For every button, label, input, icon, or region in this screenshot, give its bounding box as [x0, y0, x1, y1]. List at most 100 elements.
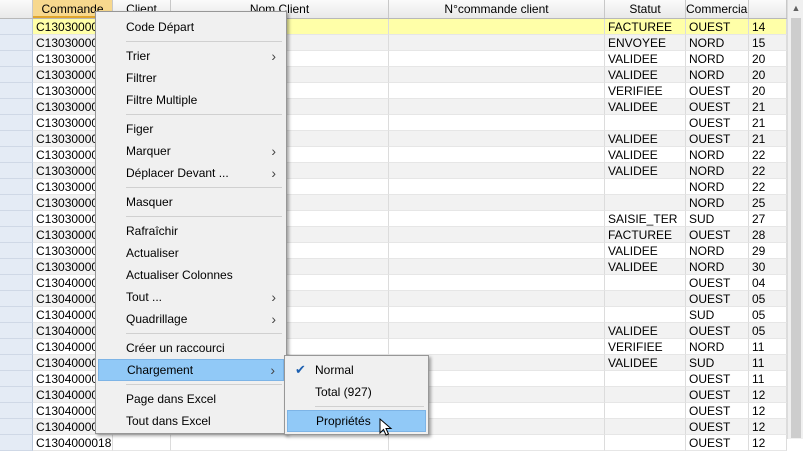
table-cell[interactable]: 11 — [749, 339, 787, 355]
table-cell[interactable] — [605, 403, 686, 419]
table-cell[interactable]: SUD — [686, 307, 749, 323]
table-cell[interactable] — [389, 67, 605, 83]
column-header[interactable]: N°commande client — [389, 0, 605, 18]
table-cell[interactable]: 28 — [749, 227, 787, 243]
menu-item[interactable]: Page dans Excel — [98, 388, 284, 410]
table-cell[interactable]: NORD — [686, 67, 749, 83]
table-cell[interactable] — [605, 291, 686, 307]
table-cell[interactable]: 30 — [749, 259, 787, 275]
menu-item[interactable]: Créer un raccourci — [98, 337, 284, 359]
table-cell[interactable]: 22 — [749, 163, 787, 179]
table-cell[interactable] — [389, 19, 605, 35]
menu-item[interactable]: Rafraîchir — [98, 220, 284, 242]
table-cell[interactable]: 11 — [749, 371, 787, 387]
row-selector[interactable] — [0, 291, 33, 307]
table-cell[interactable]: OUEST — [686, 419, 749, 435]
table-cell[interactable] — [113, 435, 171, 451]
table-cell[interactable]: 04 — [749, 275, 787, 291]
row-selector[interactable] — [0, 371, 33, 387]
row-selector[interactable] — [0, 211, 33, 227]
menu-item[interactable]: Chargement › — [98, 359, 284, 381]
table-cell[interactable] — [389, 99, 605, 115]
table-cell[interactable]: 27 — [749, 211, 787, 227]
row-selector[interactable] — [0, 131, 33, 147]
table-cell[interactable]: 20 — [749, 83, 787, 99]
table-cell[interactable]: 05 — [749, 307, 787, 323]
table-cell[interactable] — [389, 323, 605, 339]
table-cell[interactable]: OUEST — [686, 387, 749, 403]
table-cell[interactable]: VALIDEE — [605, 99, 686, 115]
table-cell[interactable]: VALIDEE — [605, 131, 686, 147]
table-cell[interactable]: VALIDEE — [605, 51, 686, 67]
table-cell[interactable]: FACTUREE — [605, 227, 686, 243]
table-cell[interactable] — [389, 275, 605, 291]
row-selector[interactable] — [0, 115, 33, 131]
table-cell[interactable]: NORD — [686, 243, 749, 259]
row-selector[interactable] — [0, 307, 33, 323]
table-cell[interactable]: 21 — [749, 131, 787, 147]
table-cell[interactable]: VALIDEE — [605, 163, 686, 179]
scroll-up-icon[interactable]: ▲ — [788, 0, 803, 16]
menu-item[interactable]: Filtrer — [98, 67, 284, 89]
row-selector[interactable] — [0, 387, 33, 403]
table-cell[interactable]: NORD — [686, 339, 749, 355]
table-cell[interactable]: OUEST — [686, 291, 749, 307]
table-cell[interactable]: OUEST — [686, 371, 749, 387]
table-cell[interactable]: VALIDEE — [605, 147, 686, 163]
table-cell[interactable] — [605, 387, 686, 403]
menu-item[interactable]: Actualiser Colonnes — [98, 264, 284, 286]
table-cell[interactable] — [605, 371, 686, 387]
menu-item[interactable]: Masquer — [98, 191, 284, 213]
table-cell[interactable] — [389, 35, 605, 51]
column-header[interactable] — [749, 0, 787, 18]
column-header[interactable]: Commercial — [686, 0, 749, 18]
table-cell[interactable]: 12 — [749, 435, 787, 451]
menu-item[interactable]: Tout dans Excel — [98, 410, 284, 432]
table-cell[interactable] — [389, 435, 605, 451]
table-cell[interactable]: NORD — [686, 259, 749, 275]
row-selector[interactable] — [0, 227, 33, 243]
table-cell[interactable]: 12 — [749, 419, 787, 435]
table-cell[interactable]: VERIFIEE — [605, 339, 686, 355]
table-cell[interactable] — [605, 275, 686, 291]
table-cell[interactable]: 14 — [749, 19, 787, 35]
table-cell[interactable] — [605, 115, 686, 131]
grid-corner[interactable] — [0, 0, 33, 18]
table-cell[interactable]: VALIDEE — [605, 259, 686, 275]
table-cell[interactable]: NORD — [686, 195, 749, 211]
menu-item[interactable]: Actualiser — [98, 242, 284, 264]
menu-item[interactable]: Quadrillage › — [98, 308, 284, 330]
table-cell[interactable] — [605, 419, 686, 435]
table-cell[interactable]: 05 — [749, 323, 787, 339]
table-cell[interactable]: NORD — [686, 179, 749, 195]
menu-item[interactable]: Code Départ — [98, 16, 284, 38]
table-cell[interactable] — [605, 179, 686, 195]
table-cell[interactable] — [605, 307, 686, 323]
table-cell[interactable] — [389, 83, 605, 99]
row-selector[interactable] — [0, 179, 33, 195]
table-cell[interactable]: 21 — [749, 115, 787, 131]
table-cell[interactable] — [389, 163, 605, 179]
table-cell[interactable]: 22 — [749, 179, 787, 195]
table-cell[interactable] — [389, 339, 605, 355]
table-cell[interactable]: VALIDEE — [605, 67, 686, 83]
table-cell[interactable]: OUEST — [686, 131, 749, 147]
row-selector[interactable] — [0, 67, 33, 83]
table-cell[interactable]: 12 — [749, 403, 787, 419]
table-cell[interactable]: 15 — [749, 35, 787, 51]
table-cell[interactable]: SAISIE_TER — [605, 211, 686, 227]
table-cell[interactable] — [389, 51, 605, 67]
table-cell[interactable]: SUD — [686, 355, 749, 371]
row-selector[interactable] — [0, 243, 33, 259]
menu-item[interactable]: Filtre Multiple — [98, 89, 284, 111]
table-cell[interactable]: 21 — [749, 99, 787, 115]
menu-item[interactable]: Marquer › — [98, 140, 284, 162]
table-cell[interactable]: 25 — [749, 195, 787, 211]
table-cell[interactable]: 22 — [749, 147, 787, 163]
table-cell[interactable]: OUEST — [686, 403, 749, 419]
row-selector[interactable] — [0, 35, 33, 51]
table-cell[interactable]: OUEST — [686, 227, 749, 243]
table-cell[interactable]: FACTUREE — [605, 19, 686, 35]
row-selector[interactable] — [0, 83, 33, 99]
table-cell[interactable]: 20 — [749, 67, 787, 83]
